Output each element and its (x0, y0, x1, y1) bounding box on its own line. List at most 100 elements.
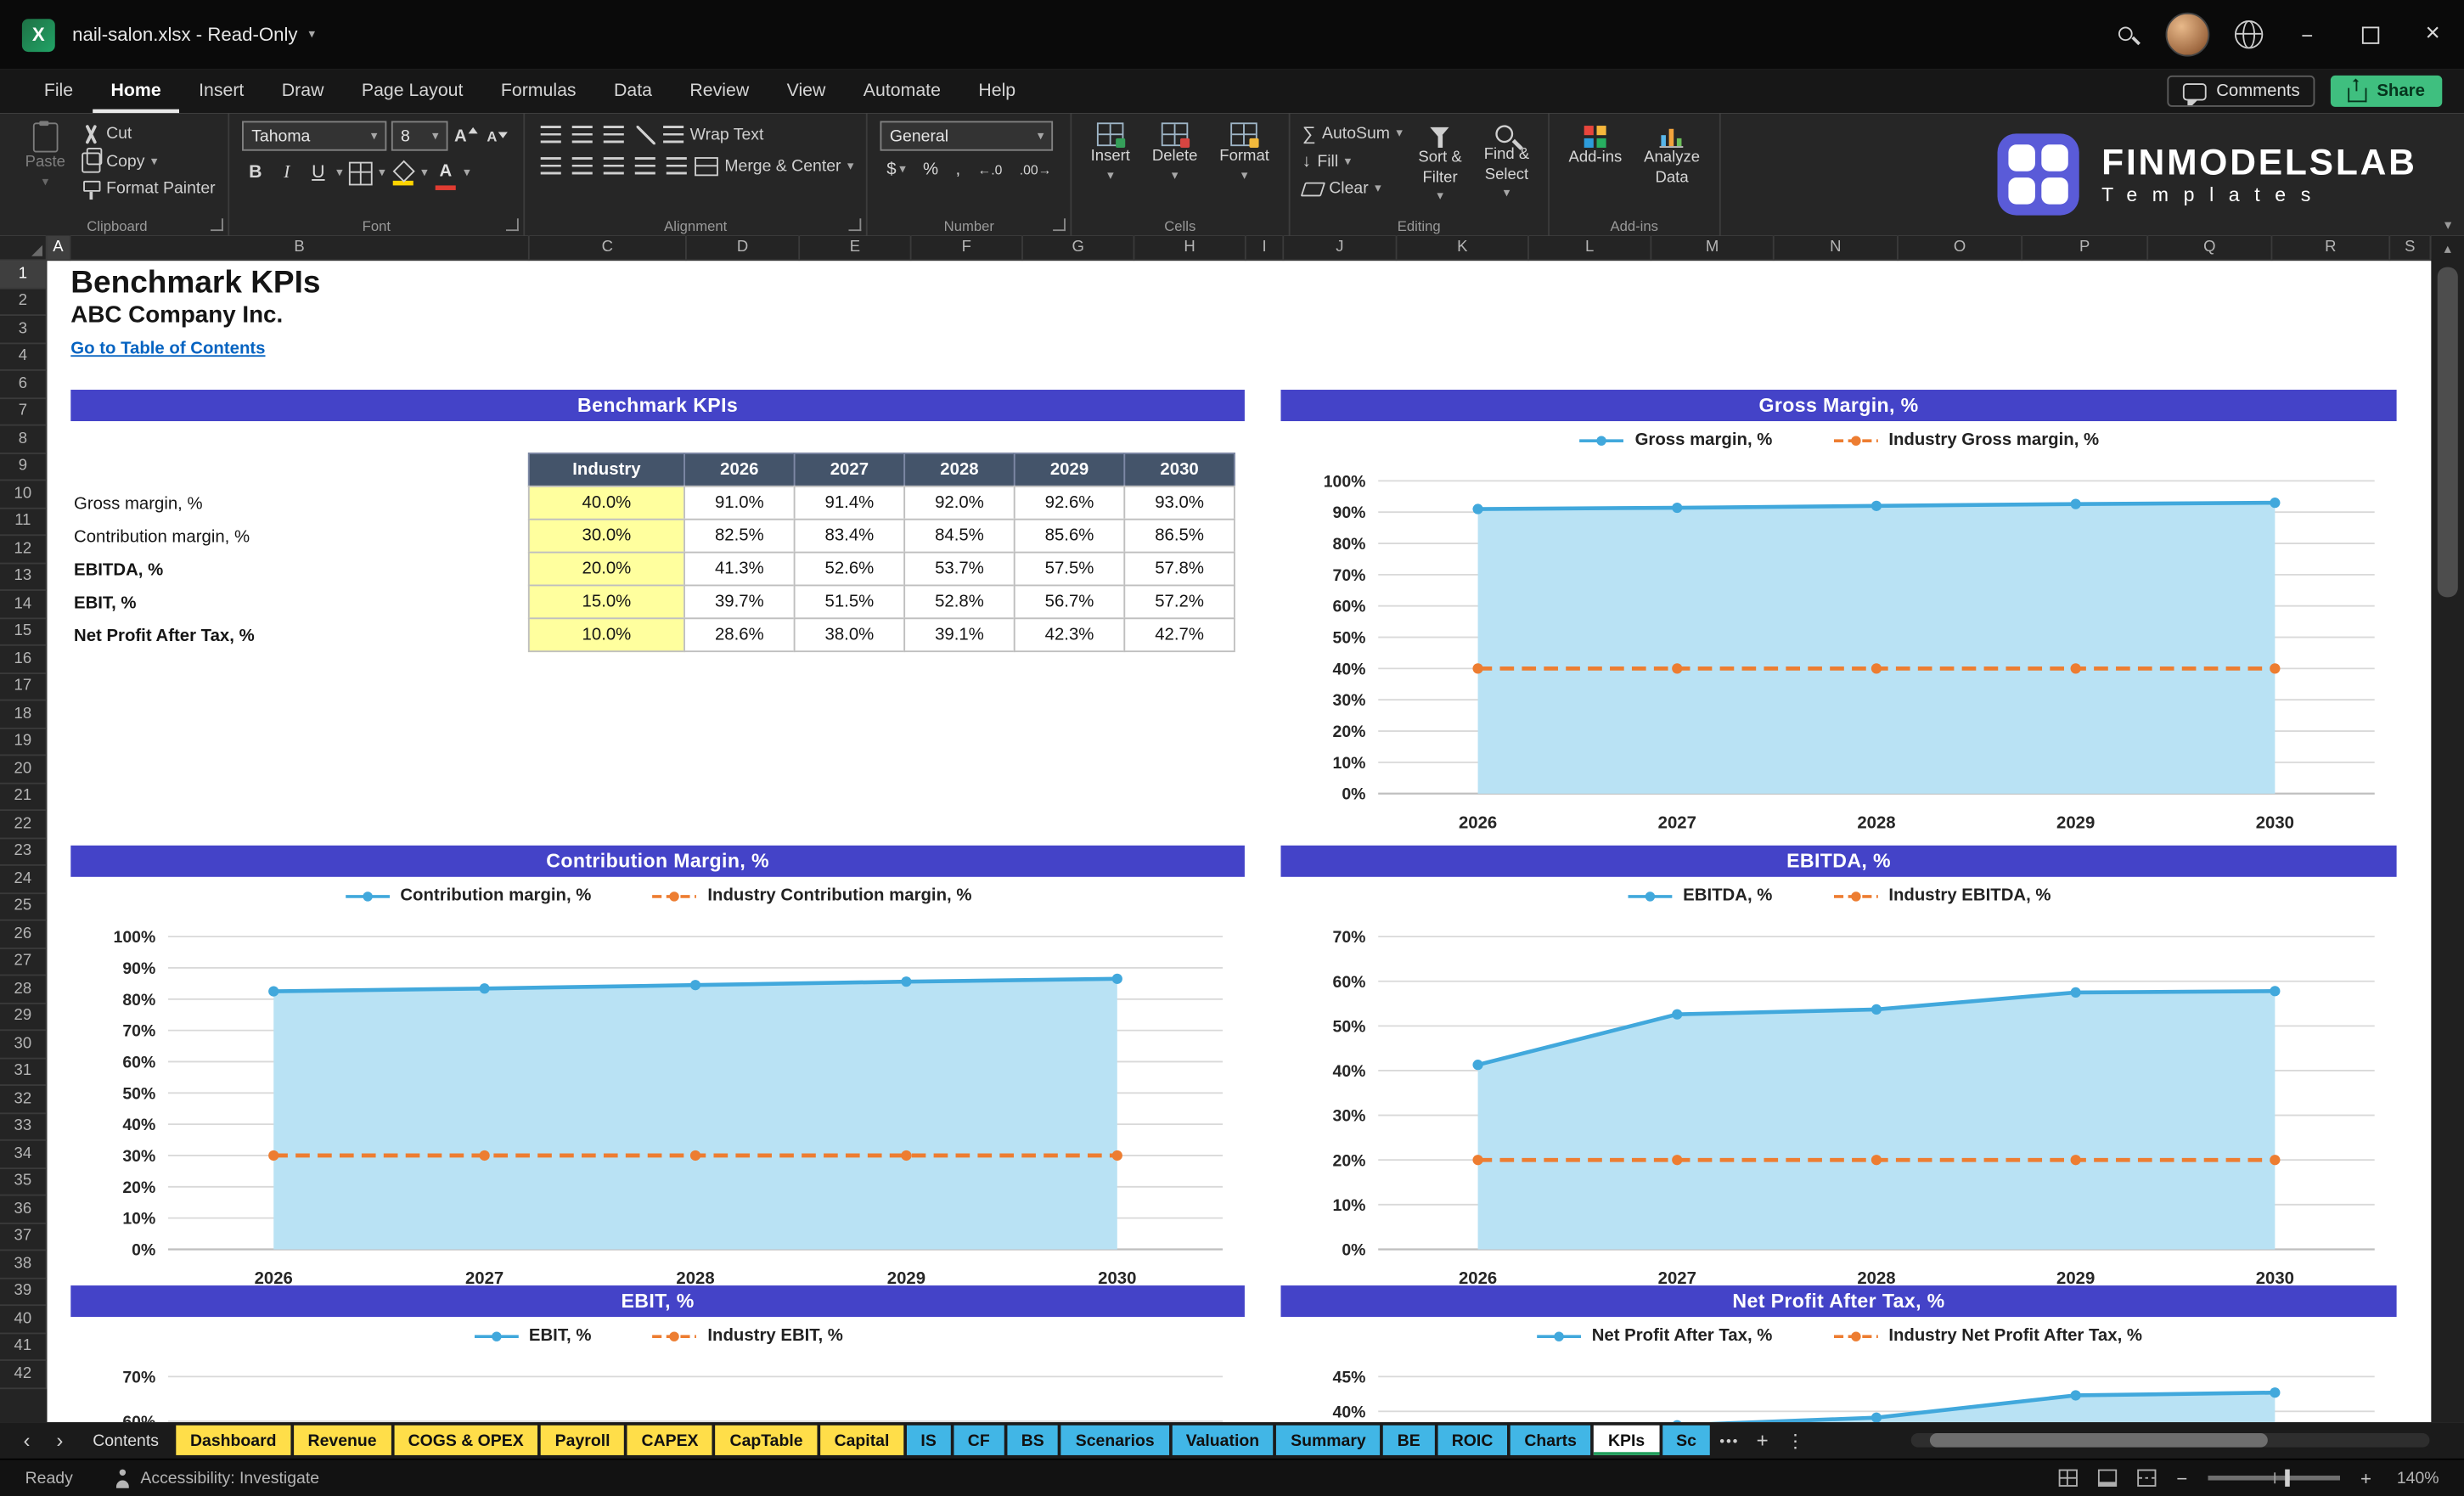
menu-tab-data[interactable]: Data (595, 69, 671, 113)
sort-filter-button[interactable]: Sort & Filter (1412, 121, 1468, 203)
kpi-cell[interactable]: 42.7% (1123, 617, 1235, 653)
column-header-G[interactable]: G (1022, 235, 1135, 262)
column-header-F[interactable]: F (911, 235, 1023, 262)
sheet-tab-payroll[interactable]: Payroll (541, 1425, 625, 1455)
kpi-cell[interactable]: 39.7% (684, 584, 796, 620)
row-header-23[interactable]: 23 (0, 838, 48, 866)
column-header-J[interactable]: J (1284, 235, 1398, 262)
accessibility-status[interactable]: Accessibility: Investigate (140, 1469, 319, 1488)
top-align-button[interactable] (537, 121, 564, 148)
chart-ebit[interactable]: EBIT, %EBIT, %Industry EBIT, %0%10%20%30… (70, 1285, 1245, 1423)
scroll-up-icon[interactable] (2444, 236, 2451, 262)
row-header-30[interactable]: 30 (0, 1031, 48, 1059)
sheet-tab-valuation[interactable]: Valuation (1172, 1425, 1274, 1455)
close-button[interactable] (2401, 0, 2464, 69)
sheet-tab-cogs-opex[interactable]: COGS & OPEX (393, 1425, 538, 1455)
column-header-N[interactable]: N (1774, 235, 1899, 262)
kpi-cell[interactable]: 91.4% (793, 485, 906, 520)
row-header-7[interactable]: 7 (0, 398, 48, 426)
row-header-12[interactable]: 12 (0, 536, 48, 564)
chevron-down-icon[interactable] (464, 166, 470, 179)
paste-button[interactable]: Paste (19, 120, 71, 188)
addins-button[interactable]: Add-ins (1562, 121, 1629, 168)
sheet-tab-roic[interactable]: ROIC (1437, 1425, 1508, 1455)
format-painter-button[interactable]: Format Painter (81, 176, 216, 201)
new-sheet-button[interactable] (1748, 1426, 1776, 1455)
row-header-20[interactable]: 20 (0, 756, 48, 784)
kpi-cell[interactable]: 42.3% (1013, 617, 1126, 653)
column-header-K[interactable]: K (1397, 235, 1529, 262)
tab-scroll-right-button[interactable] (46, 1426, 74, 1455)
kpi-cell[interactable]: 30.0% (527, 518, 685, 554)
kpi-col-header-2030[interactable]: 2030 (1123, 453, 1235, 487)
kpi-cell[interactable]: 15.0% (527, 584, 685, 620)
zoom-out-button[interactable] (2176, 1464, 2187, 1492)
menu-tab-help[interactable]: Help (959, 69, 1034, 113)
kpi-col-header-2029[interactable]: 2029 (1013, 453, 1126, 487)
kpi-cell[interactable]: 39.1% (903, 617, 1015, 653)
kpi-col-header-industry[interactable]: Industry (527, 453, 685, 487)
sheet-tab-captable[interactable]: CapTable (715, 1425, 818, 1455)
decrease-decimal-button[interactable] (1013, 155, 1057, 182)
column-header-R[interactable]: R (2272, 235, 2391, 262)
dialog-launcher-icon[interactable] (211, 218, 223, 232)
column-header-E[interactable]: E (800, 235, 912, 262)
column-header-C[interactable]: C (529, 235, 687, 262)
column-header-Q[interactable]: Q (2148, 235, 2273, 262)
sheet-tab-kpis[interactable]: KPIs (1594, 1425, 1659, 1455)
kpi-cell[interactable]: 57.5% (1013, 551, 1126, 587)
row-header-38[interactable]: 38 (0, 1251, 48, 1279)
sheet-tab-revenue[interactable]: Revenue (293, 1425, 391, 1455)
kpi-cell[interactable]: 85.6% (1013, 518, 1126, 554)
zoom-level[interactable]: 140% (2392, 1469, 2439, 1488)
sheet-tab-charts[interactable]: Charts (1510, 1425, 1591, 1455)
row-header-29[interactable]: 29 (0, 1003, 48, 1032)
sheet-options-button[interactable] (1781, 1426, 1809, 1455)
row-header-37[interactable]: 37 (0, 1223, 48, 1251)
wrap-text-button[interactable]: Wrap Text (663, 121, 763, 147)
row-header-41[interactable]: 41 (0, 1333, 48, 1361)
row-header-19[interactable]: 19 (0, 728, 48, 756)
sheet-area[interactable]: Benchmark KPIs ABC Company Inc. Go to Ta… (47, 261, 2432, 1423)
dialog-launcher-icon[interactable] (506, 218, 519, 232)
avatar[interactable] (2165, 12, 2210, 57)
underline-button[interactable]: U (305, 160, 331, 186)
sheet-tab-capex[interactable]: CAPEX (627, 1425, 713, 1455)
row-header-2[interactable]: 2 (0, 288, 48, 317)
shrink-font-button[interactable] (484, 122, 510, 149)
globe-button[interactable] (2222, 8, 2276, 61)
column-header-O[interactable]: O (1898, 235, 2023, 262)
fill-button[interactable]: Fill (1302, 149, 1403, 174)
bold-button[interactable]: B (242, 160, 268, 186)
align-right-button[interactable] (600, 153, 627, 179)
row-header-33[interactable]: 33 (0, 1113, 48, 1141)
menu-tab-review[interactable]: Review (671, 69, 768, 113)
font-size-select[interactable]: 8 (391, 121, 448, 151)
row-header-21[interactable]: 21 (0, 783, 48, 812)
copy-button[interactable]: Copy (81, 147, 215, 174)
kpi-cell[interactable]: 86.5% (1123, 518, 1235, 554)
column-header-D[interactable]: D (686, 235, 801, 262)
increase-indent-button[interactable] (663, 153, 689, 179)
kpi-cell[interactable]: 82.5% (684, 518, 796, 554)
share-button[interactable]: Share (2331, 75, 2443, 107)
chart-contribution-margin[interactable]: Contribution Margin, % Contribution margi… (70, 845, 1245, 1305)
row-header-25[interactable]: 25 (0, 893, 48, 921)
row-header-39[interactable]: 39 (0, 1278, 48, 1307)
kpi-col-header-2028[interactable]: 2028 (903, 453, 1015, 487)
column-header-A[interactable]: A (47, 235, 71, 262)
find-select-button[interactable]: Find & Select (1477, 121, 1535, 200)
kpi-col-header-2027[interactable]: 2027 (793, 453, 906, 487)
sheet-tab-bs[interactable]: BS (1007, 1425, 1059, 1455)
italic-button[interactable]: I (273, 160, 300, 186)
tab-scroll-left-button[interactable] (13, 1426, 41, 1455)
row-header-17[interactable]: 17 (0, 673, 48, 701)
fill-color-button[interactable] (390, 160, 416, 186)
column-header-H[interactable]: H (1134, 235, 1246, 262)
kpi-cell[interactable]: 91.0% (684, 485, 796, 520)
menu-tab-automate[interactable]: Automate (845, 69, 960, 113)
zoom-in-button[interactable] (2360, 1464, 2371, 1492)
align-left-button[interactable] (537, 153, 564, 179)
sheet-tab-cf[interactable]: CF (954, 1425, 1004, 1455)
menu-tab-file[interactable]: File (25, 69, 93, 113)
